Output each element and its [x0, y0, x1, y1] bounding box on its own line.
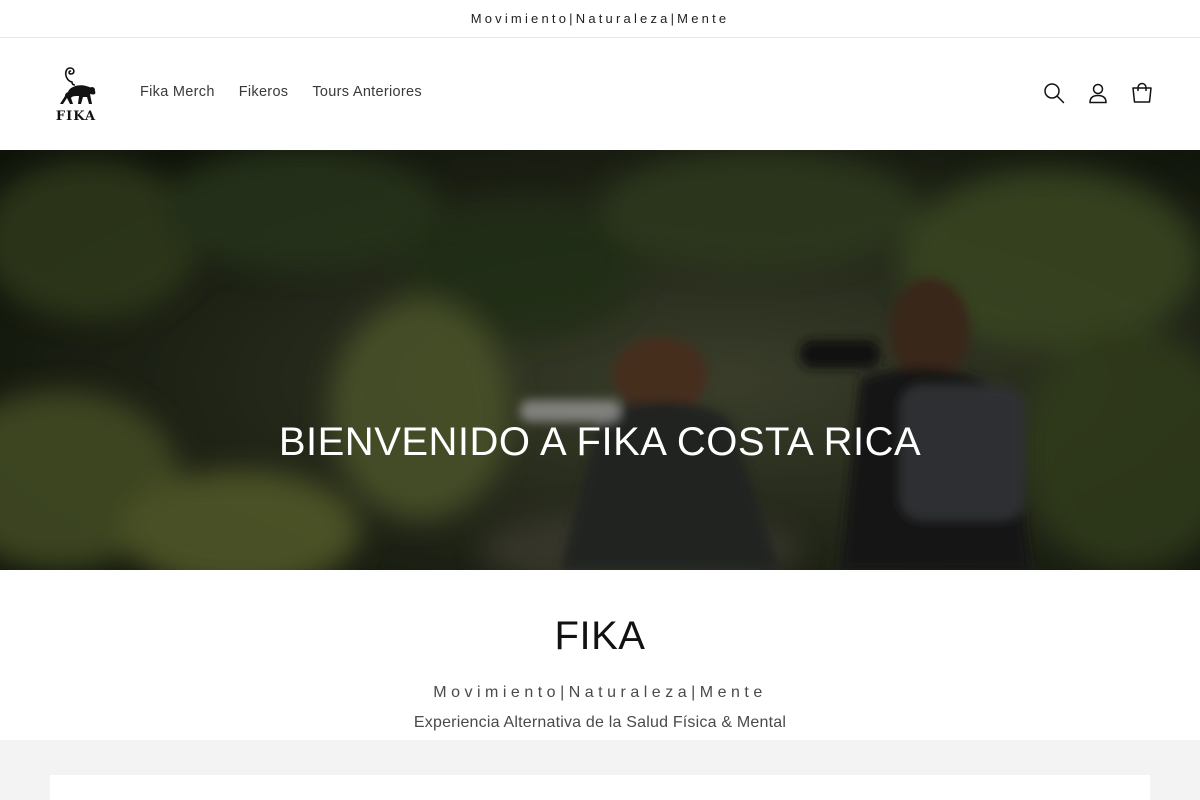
cart-button[interactable] [1120, 71, 1164, 115]
main-nav: Fika Merch Fikeros Tours Anteriores [128, 80, 434, 104]
intro-section: FIKA Movimiento|Naturaleza|Mente Experie… [0, 570, 1200, 740]
logo-text: FIKA [56, 109, 96, 124]
site-header: FIKA Fika Merch Fikeros Tours Anteriores [0, 38, 1200, 150]
intro-title: FIKA [554, 614, 646, 658]
hero-title: BIENVENIDO A FIKA COSTA RICA [278, 420, 922, 464]
header-icons [1032, 71, 1164, 115]
search-icon [1044, 83, 1065, 104]
announcement-text: Movimiento|Naturaleza|Mente [470, 11, 730, 26]
intro-subtitle: Experiencia Alternativa de la Salud Físi… [413, 714, 787, 731]
announcement-bar: Movimiento|Naturaleza|Mente [0, 0, 1200, 38]
cart-icon [1132, 82, 1152, 103]
logo-link[interactable]: FIKA [50, 66, 102, 124]
search-button[interactable] [1032, 71, 1076, 115]
hero-banner: BIENVENIDO A FIKA COSTA RICA [0, 150, 1200, 570]
account-button[interactable] [1076, 71, 1120, 115]
account-icon [1089, 83, 1107, 104]
monkey-logo-icon: FIKA [56, 67, 96, 124]
intro-tagline: Movimiento|Naturaleza|Mente [433, 684, 767, 701]
nav-item-tours-anteriores[interactable]: Tours Anteriores [300, 80, 434, 104]
lower-section [0, 740, 1200, 800]
content-card [50, 775, 1150, 800]
nav-item-fikeros[interactable]: Fikeros [227, 80, 301, 104]
hero-image [0, 150, 1200, 570]
nav-item-fika-merch[interactable]: Fika Merch [128, 80, 227, 104]
